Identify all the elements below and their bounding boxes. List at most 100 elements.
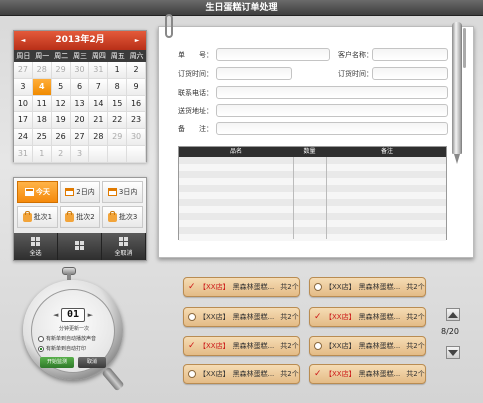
checkmark-icon[interactable]: ✓ [314, 370, 322, 379]
calendar-day[interactable]: 16 [127, 95, 146, 113]
calendar-day[interactable]: 18 [32, 112, 52, 130]
page-down-button[interactable] [446, 346, 460, 359]
note-input[interactable] [216, 122, 448, 135]
deselect-all-button[interactable]: 全取消 [102, 233, 146, 260]
order-item-button[interactable]: ✓ 【XX店】 黑森林蛋糕... 共2个 [183, 336, 300, 356]
calendar-day[interactable]: 20 [70, 112, 90, 130]
checkmark-icon[interactable]: ✓ [188, 342, 196, 351]
calendar-day[interactable]: 17 [14, 112, 33, 130]
unchecked-circle-icon[interactable] [314, 283, 322, 291]
calendar-day[interactable]: 2 [51, 145, 71, 163]
order-item-button[interactable]: 【XX店】 黑森林蛋糕... 共2个 [309, 277, 426, 297]
sound-option[interactable]: 有新单到自动播放声音 [38, 335, 96, 342]
table-row[interactable] [179, 157, 446, 164]
calendar-day[interactable]: 1 [108, 62, 128, 79]
table-row[interactable] [179, 171, 446, 178]
radio-selected-icon[interactable] [38, 345, 44, 352]
calendar-day[interactable]: 27 [14, 62, 33, 79]
order-time-input[interactable] [216, 67, 292, 80]
table-row[interactable] [179, 234, 446, 241]
phone-input[interactable] [216, 86, 448, 99]
order-item-button[interactable]: ✓ 【XX店】 黑森林蛋糕... 共2个 [309, 364, 426, 384]
calendar-day[interactable]: 4 [32, 78, 52, 96]
calendar-day[interactable]: 3 [14, 78, 33, 96]
order-item-button[interactable]: 【XX店】 黑森林蛋糕... 共2个 [183, 364, 300, 384]
calendar-day[interactable]: 9 [127, 78, 146, 96]
calendar-day[interactable]: 22 [108, 112, 128, 130]
cancel-button[interactable]: 取消 [78, 357, 106, 368]
filter-2days-button[interactable]: 2日内 [59, 181, 101, 203]
table-row[interactable] [179, 220, 446, 227]
prev-month-icon[interactable]: ◄ [16, 31, 30, 50]
table-row[interactable] [179, 185, 446, 192]
middle-button[interactable] [58, 233, 102, 260]
table-row[interactable] [179, 164, 446, 171]
calendar-day[interactable] [108, 145, 128, 163]
unchecked-circle-icon[interactable] [314, 342, 322, 350]
order-item-button[interactable]: ✓ 【XX店】 黑森林蛋糕... 共2个 [309, 307, 426, 327]
table-row[interactable] [179, 213, 446, 220]
order-item-button[interactable]: ✓ 【XX店】 黑森林蛋糕... 共2个 [183, 277, 300, 297]
minute-value[interactable]: 01 [61, 308, 85, 322]
calendar-day[interactable]: 2 [127, 62, 146, 79]
calendar-day[interactable]: 6 [70, 78, 90, 96]
calendar-day[interactable]: 12 [51, 95, 71, 113]
calendar-day[interactable]: 31 [14, 145, 33, 163]
table-row[interactable] [179, 178, 446, 185]
calendar-day[interactable] [89, 145, 109, 163]
calendar-day[interactable]: 3 [70, 145, 90, 163]
calendar-day[interactable]: 23 [127, 112, 146, 130]
calendar-day[interactable]: 29 [51, 62, 71, 79]
calendar-day[interactable]: 10 [14, 95, 33, 113]
calendar-day[interactable] [127, 145, 146, 163]
unchecked-circle-icon[interactable] [188, 313, 196, 321]
calendar-day[interactable]: 24 [14, 129, 33, 146]
calendar-day[interactable]: 19 [51, 112, 71, 130]
calendar-day[interactable]: 21 [89, 112, 109, 130]
calendar-day[interactable]: 31 [89, 62, 109, 79]
increase-arrow-icon[interactable]: ► [88, 311, 93, 319]
decrease-arrow-icon[interactable]: ◄ [53, 311, 58, 319]
unchecked-circle-icon[interactable] [188, 370, 196, 378]
calendar-day[interactable]: 30 [127, 129, 146, 146]
batch-2-button[interactable]: 批次2 [59, 206, 101, 228]
calendar-day[interactable]: 7 [89, 78, 109, 96]
filter-today-button[interactable]: 今天 [17, 181, 58, 203]
calendar-day[interactable]: 5 [51, 78, 71, 96]
next-month-icon[interactable]: ► [130, 31, 144, 50]
calendar-day[interactable]: 28 [89, 129, 109, 146]
table-row[interactable] [179, 192, 446, 199]
print-option-label: 有新单到自动打印 [46, 346, 87, 352]
order-time2-input[interactable] [372, 67, 448, 80]
address-input[interactable] [216, 104, 448, 117]
batch-1-button[interactable]: 批次1 [17, 206, 58, 228]
customer-input[interactable] [372, 48, 448, 61]
order-item-button[interactable]: 【XX店】 黑森林蛋糕... 共2个 [183, 307, 300, 327]
calendar-day[interactable]: 27 [70, 129, 90, 146]
calendar-day[interactable]: 28 [32, 62, 52, 79]
order-no-input[interactable] [216, 48, 330, 61]
calendar-day[interactable]: 15 [108, 95, 128, 113]
checkmark-icon[interactable]: ✓ [314, 313, 322, 322]
batch-3-button[interactable]: 批次3 [102, 206, 143, 228]
calendar-day[interactable]: 30 [70, 62, 90, 79]
select-all-button[interactable]: 全选 [14, 233, 58, 260]
checkmark-icon[interactable]: ✓ [188, 283, 196, 292]
calendar-day[interactable]: 1 [32, 145, 52, 163]
filter-3days-button[interactable]: 3日内 [102, 181, 143, 203]
table-row[interactable] [179, 199, 446, 206]
calendar-day[interactable]: 25 [32, 129, 52, 146]
print-option[interactable]: 有新单到自动打印 [38, 345, 86, 352]
calendar-day[interactable]: 8 [108, 78, 128, 96]
table-row[interactable] [179, 227, 446, 234]
calendar-day[interactable]: 29 [108, 129, 128, 146]
page-up-button[interactable] [446, 308, 460, 321]
calendar-day[interactable]: 14 [89, 95, 109, 113]
calendar-day[interactable]: 26 [51, 129, 71, 146]
start-monitor-button[interactable]: 开始监测 [40, 357, 74, 368]
order-item-button[interactable]: 【XX店】 黑森林蛋糕... 共2个 [309, 336, 426, 356]
radio-icon[interactable] [38, 335, 44, 342]
calendar-day[interactable]: 11 [32, 95, 52, 113]
table-row[interactable] [179, 206, 446, 213]
calendar-day[interactable]: 13 [70, 95, 90, 113]
